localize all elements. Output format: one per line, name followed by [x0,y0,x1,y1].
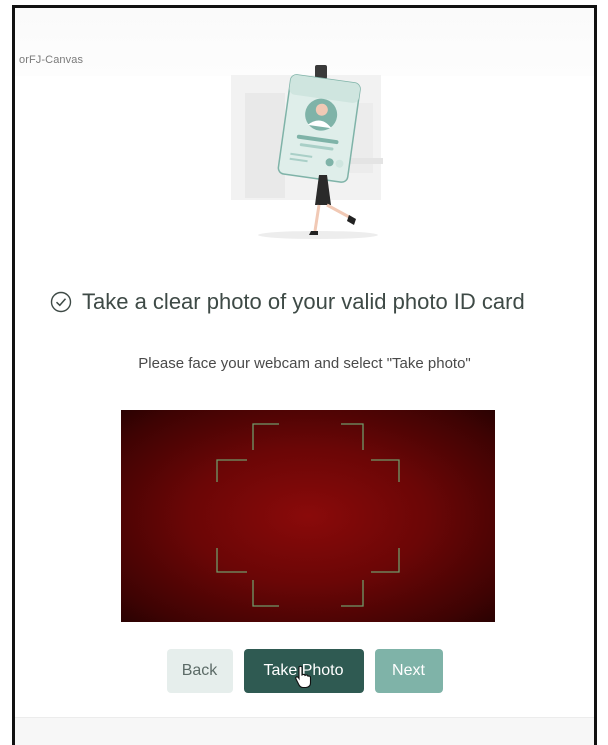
guide-corner [252,423,279,450]
id-card-illustration [231,65,383,239]
guide-corner [371,459,400,482]
guide-corner [252,580,279,607]
action-buttons: Back Take Photo Next [15,649,594,693]
footer [15,718,594,745]
guide-corner [341,580,364,607]
app-name: orFJ-Canvas [19,54,84,66]
app-frame: orFJ-Canvas Take a clear photo of your v… [12,5,597,745]
take-photo-button[interactable]: Take Photo [243,649,364,693]
back-button[interactable]: Back [166,649,233,693]
instruction-heading: Take a clear photo of your valid photo I… [50,289,590,315]
guide-corner [216,459,247,482]
next-button[interactable]: Next [374,649,443,693]
guide-corner [216,548,247,573]
check-circle-icon [50,291,72,313]
instruction-title: Take a clear photo of your valid photo I… [82,289,525,314]
hand-pointer-icon [294,665,311,689]
instruction-subtitle: Please face your webcam and select "Take… [138,355,471,372]
guide-corner [341,423,364,450]
webcam-preview [121,410,495,622]
guide-corner [371,548,400,573]
id-frame-guides [216,423,400,607]
